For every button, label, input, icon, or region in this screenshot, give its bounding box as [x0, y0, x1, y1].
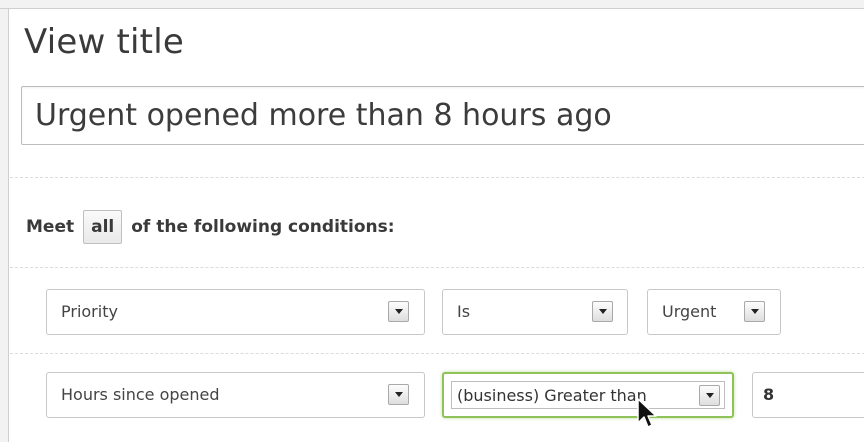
- conditions-header: Meet all of the following conditions:: [26, 209, 395, 245]
- dropdown-arrow-icon[interactable]: [699, 385, 720, 406]
- conditions-divider: [10, 267, 864, 268]
- conditions-suffix: of the following conditions:: [131, 217, 395, 237]
- dropdown-arrow-icon[interactable]: [388, 301, 409, 322]
- condition-value-select[interactable]: Urgent: [647, 289, 781, 335]
- condition-operator-select-focused[interactable]: (business) Greater than: [442, 372, 734, 418]
- condition-operator-inner[interactable]: (business) Greater than: [451, 381, 725, 409]
- condition-operator-value: (business) Greater than: [457, 386, 647, 405]
- section-divider: [10, 177, 864, 178]
- condition-field-value: Hours since opened: [61, 385, 220, 404]
- view-editor: View title Urgent opened more than 8 hou…: [0, 0, 864, 442]
- dropdown-arrow-icon[interactable]: [592, 301, 613, 322]
- condition-operator-value: Is: [457, 302, 471, 321]
- condition-field-select[interactable]: Hours since opened: [46, 372, 425, 418]
- match-all-select[interactable]: all: [83, 210, 123, 244]
- window-left-border: [0, 9, 9, 442]
- dropdown-arrow-icon[interactable]: [744, 301, 765, 322]
- view-title-label: View title: [24, 22, 184, 62]
- window-top-border: [0, 0, 864, 9]
- dropdown-arrow-icon[interactable]: [388, 384, 409, 405]
- row-divider: [10, 353, 864, 354]
- view-title-input[interactable]: Urgent opened more than 8 hours ago: [21, 86, 864, 145]
- conditions-prefix: Meet: [26, 217, 75, 237]
- condition-field-value: Priority: [61, 302, 118, 321]
- condition-value-input[interactable]: 8: [752, 372, 864, 418]
- condition-operator-select[interactable]: Is: [442, 289, 628, 335]
- condition-value-value: Urgent: [662, 302, 717, 321]
- condition-field-select[interactable]: Priority: [46, 289, 425, 335]
- mouse-pointer-icon: [637, 398, 657, 428]
